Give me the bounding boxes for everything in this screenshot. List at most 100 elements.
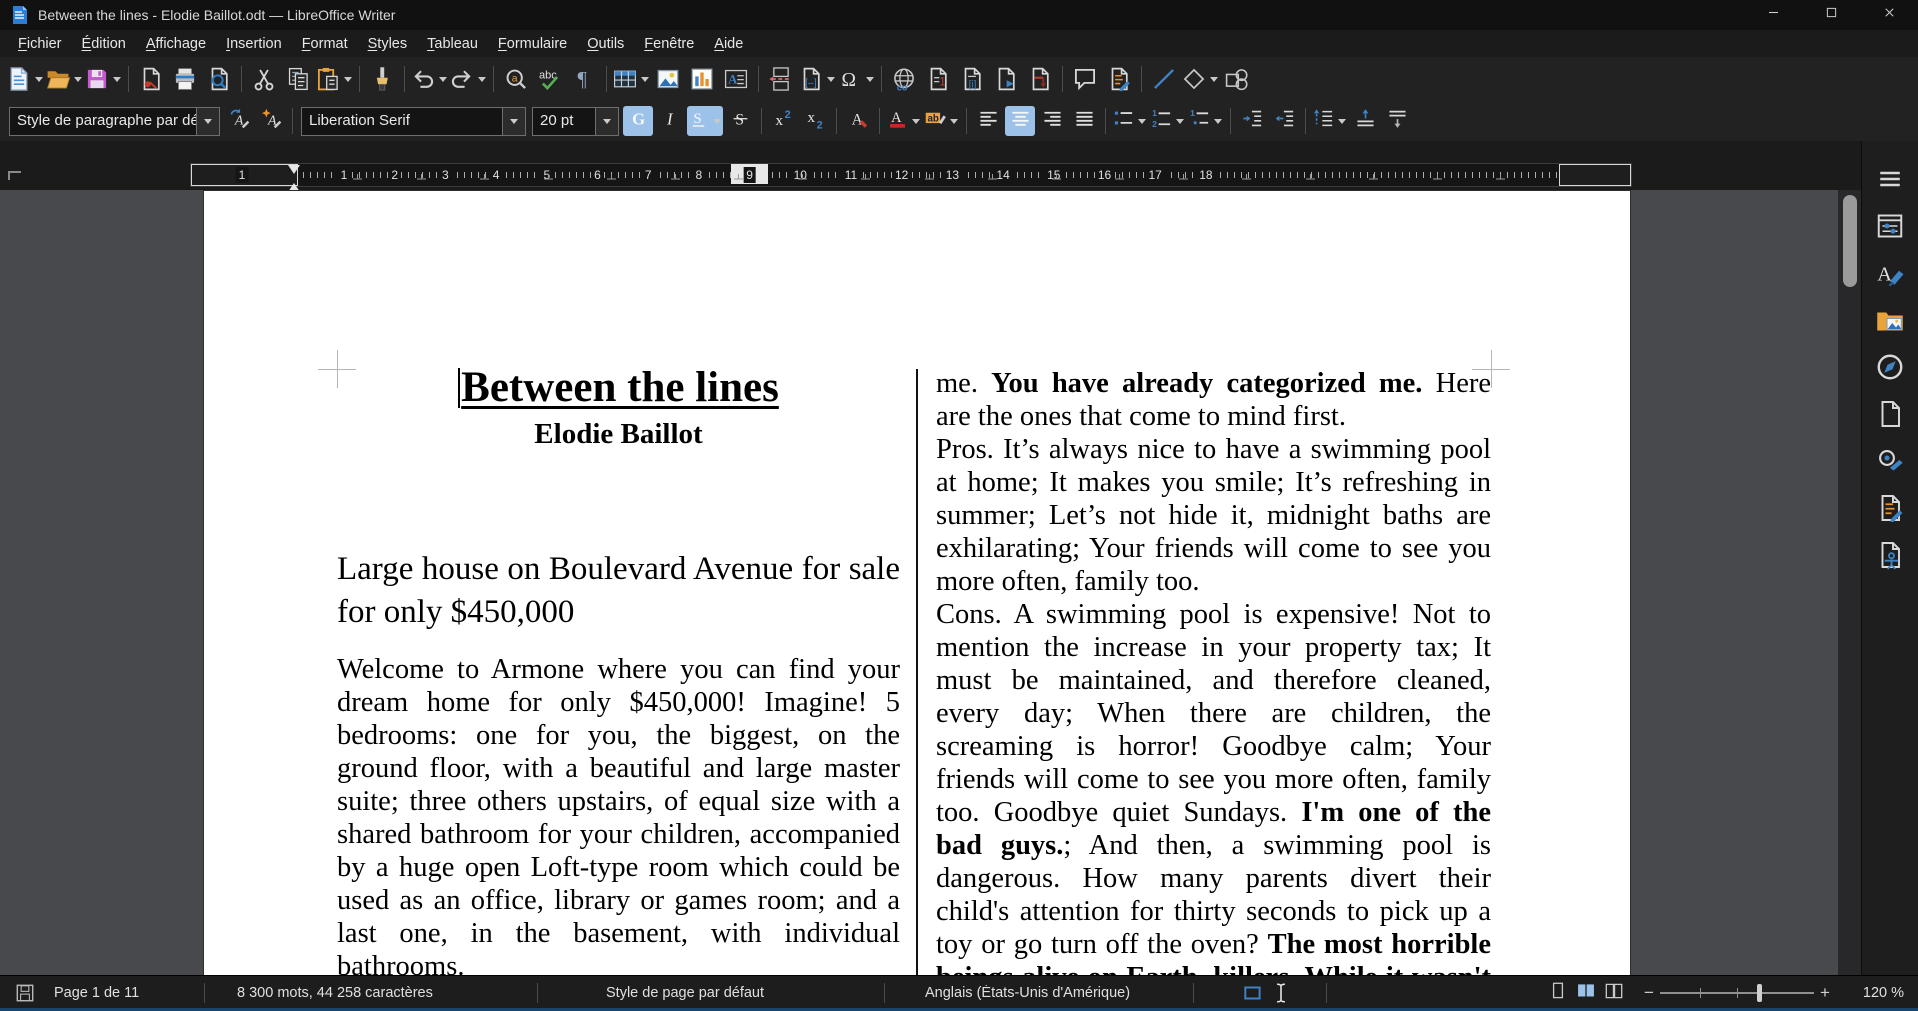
menu-fichier[interactable]: Fichier <box>8 33 72 55</box>
justify-button[interactable] <box>1069 106 1099 136</box>
print-button[interactable] <box>168 61 202 97</box>
save-button[interactable] <box>84 61 123 97</box>
maximize-button[interactable] <box>1802 0 1860 30</box>
spell-check-button[interactable]: abc <box>533 61 567 97</box>
chevron-down-icon[interactable] <box>502 107 525 135</box>
save-status-icon[interactable] <box>14 982 36 1004</box>
highlight-color-button[interactable]: ab <box>924 106 960 136</box>
open-file-button[interactable] <box>45 61 84 97</box>
decrease-indent-button[interactable] <box>1269 106 1299 136</box>
copy-button[interactable] <box>281 61 315 97</box>
menu-formulaire[interactable]: Formulaire <box>488 33 577 55</box>
dropdown-arrow-icon[interactable] <box>1176 119 1184 128</box>
zoom-level-status[interactable]: 120 % <box>1842 985 1904 1001</box>
dropdown-arrow-icon[interactable] <box>1138 119 1146 128</box>
line-spacing-button[interactable] <box>1312 106 1348 136</box>
clone-formatting-button[interactable] <box>365 61 399 97</box>
insert-footnote-button[interactable]: 1 <box>921 61 955 97</box>
update-style-button[interactable]: A <box>224 106 254 136</box>
new-style-button[interactable]: A <box>256 106 286 136</box>
insert-line-button[interactable] <box>1147 61 1181 97</box>
menu-aide[interactable]: Aide <box>704 33 753 55</box>
ruler-left-margin[interactable]: 1 <box>191 164 298 186</box>
menu-tableau[interactable]: Tableau <box>417 33 488 55</box>
menu-outils[interactable]: Outils <box>577 33 634 55</box>
dropdown-arrow-icon[interactable] <box>35 77 43 86</box>
bullet-list-button[interactable] <box>1112 106 1148 136</box>
indent-marker[interactable] <box>288 165 300 192</box>
close-button[interactable] <box>1860 0 1918 30</box>
font-size-select-value[interactable]: 20 pt <box>533 108 595 135</box>
increase-paragraph-spacing-button[interactable] <box>1350 106 1380 136</box>
sidebar-gallery-button[interactable] <box>1872 304 1908 340</box>
dropdown-arrow-icon[interactable] <box>713 119 721 128</box>
track-changes-button[interactable] <box>1102 61 1136 97</box>
font-size-select[interactable]: 20 pt <box>532 106 619 136</box>
insert-page-break-button[interactable] <box>764 61 798 97</box>
page-style-status[interactable]: Style de page par défaut <box>606 985 884 1001</box>
menu-affichage[interactable]: Affichage <box>136 33 216 55</box>
cut-button[interactable] <box>247 61 281 97</box>
insert-endnote-button[interactable]: [i] <box>955 61 989 97</box>
paragraph-style-select-value[interactable]: Style de paragraphe par déf <box>10 108 196 135</box>
dropdown-arrow-icon[interactable] <box>866 77 874 86</box>
vertical-scrollbar[interactable] <box>1838 190 1862 975</box>
menu-edition[interactable]: Édition <box>72 33 136 55</box>
dropdown-arrow-icon[interactable] <box>1214 119 1222 128</box>
chevron-down-icon[interactable] <box>196 107 219 135</box>
font-name-select-value[interactable]: Liberation Serif <box>302 108 502 135</box>
dropdown-arrow-icon[interactable] <box>641 77 649 86</box>
sidebar-settings-button[interactable] <box>1872 163 1908 199</box>
ruler-right-margin[interactable] <box>1559 164 1631 186</box>
underline-button[interactable]: S <box>687 106 723 136</box>
right-column[interactable]: me. You have already categorized me. Her… <box>936 367 1491 975</box>
new-document-button[interactable] <box>6 61 45 97</box>
export-pdf-button[interactable] <box>134 61 168 97</box>
align-right-button[interactable] <box>1037 106 1067 136</box>
insert-comment-button[interactable] <box>1068 61 1102 97</box>
align-left-button[interactable] <box>973 106 1003 136</box>
dropdown-arrow-icon[interactable] <box>439 77 447 86</box>
scrollbar-thumb[interactable] <box>1843 195 1857 287</box>
sidebar-manage-changes-button[interactable] <box>1872 492 1908 528</box>
print-preview-button[interactable] <box>202 61 236 97</box>
undo-button[interactable] <box>410 61 449 97</box>
find-replace-button[interactable]: a <box>499 61 533 97</box>
selection-mode-icon[interactable] <box>1242 982 1264 1004</box>
insert-chart-button[interactable] <box>685 61 719 97</box>
increase-indent-button[interactable] <box>1237 106 1267 136</box>
insert-table-button[interactable] <box>612 61 651 97</box>
insert-image-button[interactable] <box>651 61 685 97</box>
sidebar-page-button[interactable] <box>1872 398 1908 434</box>
left-column[interactable]: Between the lines Elodie Baillot Large h… <box>337 363 900 975</box>
dropdown-arrow-icon[interactable] <box>912 119 920 128</box>
formatting-marks-button[interactable]: ¶ <box>567 61 601 97</box>
sidebar-style-inspector-button[interactable] <box>1872 445 1908 481</box>
show-draw-functions-button[interactable] <box>1220 61 1254 97</box>
menu-insertion[interactable]: Insertion <box>216 33 292 55</box>
subscript-button[interactable]: x2 <box>800 106 830 136</box>
insert-cross-reference-button[interactable] <box>1023 61 1057 97</box>
insert-field-button[interactable]: [–] <box>798 61 837 97</box>
font-color-button[interactable]: A <box>886 106 922 136</box>
word-count-status[interactable]: 8 300 mots, 44 258 caractères <box>237 985 537 1001</box>
menu-fenetre[interactable]: Fenêtre <box>634 33 704 55</box>
font-name-select[interactable]: Liberation Serif <box>301 106 526 136</box>
paragraph-style-select[interactable]: Style de paragraphe par déf <box>9 106 220 136</box>
zoom-slider-thumb[interactable] <box>1757 983 1763 1002</box>
zoom-in-button[interactable]: + <box>1818 983 1832 1003</box>
italic-button[interactable]: I <box>655 106 685 136</box>
menu-format[interactable]: Format <box>292 33 358 55</box>
insert-special-character-button[interactable]: Ω <box>837 61 876 97</box>
menu-styles[interactable]: Styles <box>358 33 418 55</box>
page-number-status[interactable]: Page 1 de 11 <box>54 985 204 1001</box>
strikethrough-button[interactable]: S <box>725 106 755 136</box>
outline-list-button[interactable]: 1 <box>1188 106 1224 136</box>
horizontal-ruler[interactable]: 1 1 2 3 4 5 6 7 8 9 10 11 12 13 14 15 16 17 18 <box>190 163 1632 192</box>
zoom-out-button[interactable]: − <box>1642 983 1656 1003</box>
dropdown-arrow-icon[interactable] <box>827 77 835 86</box>
minimize-button[interactable] <box>1744 0 1802 30</box>
sidebar-navigator-button[interactable] <box>1872 351 1908 387</box>
insert-bookmark-button[interactable] <box>989 61 1023 97</box>
dropdown-arrow-icon[interactable] <box>478 77 486 86</box>
